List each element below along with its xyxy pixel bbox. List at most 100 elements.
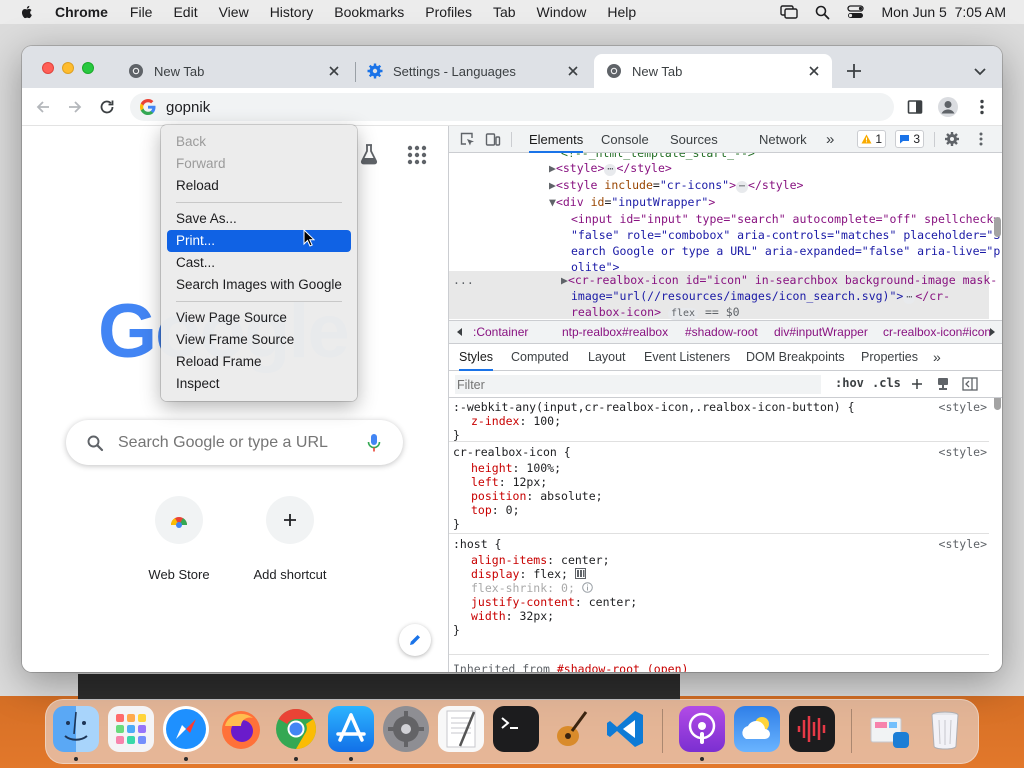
style-declaration[interactable]: width: 32px; [471,609,554,623]
subtab-dom-breakpoints[interactable]: DOM Breakpoints [746,344,845,371]
window-minimize-button[interactable] [62,62,74,74]
devtools-more-tabs[interactable]: » [826,126,834,153]
menu-tab[interactable]: Tab [493,4,516,20]
context-menu-cast[interactable]: Cast... [167,252,351,274]
app-store-icon[interactable] [328,706,374,752]
class-toggle[interactable]: .cls [872,376,901,390]
subtab-more[interactable]: » [933,344,941,371]
menu-help[interactable]: Help [607,4,636,20]
context-menu-save-as[interactable]: Save As... [167,208,351,230]
style-declaration[interactable]: align-items: center; [471,553,610,567]
styles-filter-input[interactable] [455,375,821,394]
subtab-styles[interactable]: Styles [459,344,494,371]
shortcut-web-store[interactable]: Web Store [123,496,235,582]
shortcut-tile[interactable] [266,496,314,544]
messages-badge[interactable]: 3 [895,130,925,148]
style-rule[interactable]: :host { <style> align-items: center; dis… [449,535,989,655]
forward-arrow-icon[interactable] [66,98,84,116]
device-toolbar-icon[interactable] [485,131,501,147]
tab-settings-languages[interactable]: Settings - Languages [355,54,591,88]
textedit-icon[interactable] [438,706,484,752]
style-declaration-inactive[interactable]: flex-shrink: 0; [471,581,593,595]
window-close-button[interactable] [42,62,54,74]
breadcrumb-item[interactable]: #shadow-root [685,321,758,343]
devtools-tab-sources[interactable]: Sources [670,126,718,153]
toggle-sidebar-icon[interactable] [962,377,978,391]
menu-profiles[interactable]: Profiles [425,4,472,20]
tree-node-cr-realbox-icon[interactable]: ▶<cr-realbox-icon id="icon" in-searchbox… [561,272,997,288]
inherited-shadow-root-link[interactable]: #shadow-root (open) [557,662,689,672]
style-declaration[interactable]: left: 12px; [471,475,547,489]
collapsed-ellipsis[interactable]: ⋯ [903,292,916,304]
firefox-icon[interactable] [218,706,264,752]
hover-state-toggle[interactable]: :hov [835,376,864,390]
elements-scrollbar[interactable] [994,217,1001,237]
style-declaration[interactable]: top: 0; [471,503,520,517]
rule-selector[interactable]: :-webkit-any(input,cr-realbox-icon,.real… [453,400,855,414]
context-menu-reload[interactable]: Reload [167,175,351,197]
microphone-icon[interactable] [367,433,381,453]
shortcut-add[interactable]: Add shortcut [234,496,346,582]
menu-bookmarks[interactable]: Bookmarks [334,4,404,20]
expand-triangle-icon[interactable]: ▶ [549,161,556,175]
context-menu-view-page-source[interactable]: View Page Source [167,307,351,329]
breadcrumb-item[interactable]: div#inputWrapper [774,321,868,343]
rendering-emulation-icon[interactable] [936,377,950,391]
collapse-triangle-icon[interactable]: ▼ [549,195,556,209]
rule-source-link[interactable]: <style> [939,445,987,459]
menu-window[interactable]: Window [537,4,587,20]
weather-icon[interactable] [734,706,780,752]
styles-scrollbar[interactable] [994,398,1001,410]
breadcrumb-right-arrow-icon[interactable] [989,328,995,336]
breadcrumb-left-arrow-icon[interactable] [457,328,463,336]
flex-badge[interactable]: flex [667,308,699,320]
rule-source-link[interactable]: <style> [939,537,987,551]
system-settings-icon[interactable] [383,706,429,752]
flexbox-editor-icon[interactable] [574,568,586,579]
subtab-properties[interactable]: Properties [861,344,918,371]
garageband-icon[interactable] [548,706,594,752]
omnibox[interactable] [130,93,894,121]
control-center-icon[interactable] [847,5,865,19]
menu-app-chrome[interactable]: Chrome [55,4,108,20]
terminal-icon[interactable] [493,706,539,752]
rule-selector[interactable]: :host { [453,537,501,551]
style-declaration[interactable]: position: absolute; [471,489,603,503]
breadcrumb-item[interactable]: :Container [473,321,528,343]
subtab-event-listeners[interactable]: Event Listeners [644,344,730,371]
launchpad-icon[interactable] [108,706,154,752]
back-arrow-icon[interactable] [34,98,52,116]
menu-edit[interactable]: Edit [173,4,197,20]
vscode-icon[interactable] [603,706,649,752]
collapsed-ellipsis[interactable]: ⋯ [736,181,749,193]
profile-avatar-icon[interactable] [937,96,959,118]
tab-close-icon[interactable] [806,63,822,79]
style-declaration[interactable]: height: 100%; [471,461,561,475]
style-declaration[interactable]: z-index: 100; [471,414,561,428]
tab-new-tab-active[interactable]: New Tab [594,54,832,88]
new-tab-plus-icon[interactable] [845,62,863,80]
context-menu-search-images[interactable]: Search Images with Google [167,274,351,296]
collapsed-ellipsis[interactable]: ⋯ [604,164,617,176]
ntp-search-box[interactable] [66,420,403,465]
close-devtools-icon[interactable] [999,131,1002,147]
devtools-tab-elements[interactable]: Elements [529,126,584,153]
subtab-computed[interactable]: Computed [511,344,569,371]
style-declaration[interactable]: justify-content: center; [471,595,637,609]
context-menu-inspect[interactable]: Inspect [167,373,351,395]
tree-node-input[interactable]: <input id="input" type="search" autocomp… [571,211,1000,227]
style-rule[interactable]: :-webkit-any(input,cr-realbox-icon,.real… [449,398,989,442]
styles-pane[interactable]: :-webkit-any(input,cr-realbox-icon,.real… [449,398,1002,672]
tab-close-icon[interactable] [326,63,342,79]
downloads-stack-icon[interactable] [867,706,913,752]
menu-history[interactable]: History [270,4,314,20]
trash-icon[interactable] [922,706,968,752]
omnibox-input[interactable] [166,98,846,116]
chrome-labs-flask-icon[interactable] [359,143,379,165]
finder-icon[interactable] [53,706,99,752]
tab-search-chevron-icon[interactable] [972,63,988,79]
context-menu-forward[interactable]: Forward [167,153,351,175]
podcasts-icon[interactable] [679,706,725,752]
info-icon[interactable] [582,582,593,593]
tab-new-tab-1[interactable]: New Tab [116,54,352,88]
